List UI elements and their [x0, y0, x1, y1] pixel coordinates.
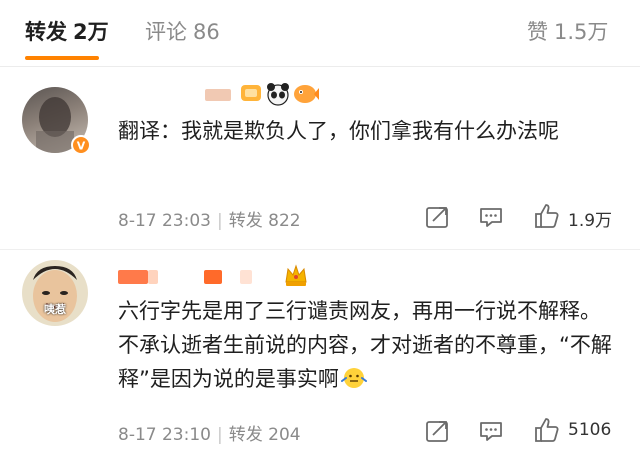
comment-tabs: 转发 2万 评论 86 赞 1.5万 [0, 0, 640, 67]
verified-badge-letter: V [77, 140, 86, 153]
crown-badge-icon [283, 262, 309, 288]
username-redacted[interactable] [118, 270, 148, 284]
tab-likes-label: 赞 [527, 20, 548, 44]
like-icon[interactable] [533, 202, 559, 228]
level-badge-icon [239, 81, 263, 105]
tab-comments[interactable]: 评论 86 [145, 16, 220, 46]
username-redacted-part [240, 270, 252, 284]
reply-icon[interactable] [478, 418, 504, 444]
tab-repost[interactable]: 转发 2万 [25, 16, 109, 46]
comment-meta: 8-17 23:03 | 转发 822 [118, 206, 301, 231]
fish-emoji-icon [293, 82, 319, 106]
comment-item: 咦惹 六行字先是用了三行谴责网友，再用一行说不解释。不承认逝者生前说的内容，才对… [0, 250, 640, 455]
repost-count: 204 [268, 425, 301, 445]
tab-repost-label: 转发 [25, 20, 67, 44]
like-count: 1.9万 [568, 211, 613, 231]
meta-separator: | [216, 211, 223, 231]
username-redacted[interactable] [205, 89, 231, 101]
comment-text: 六行字先是用了三行谴责网友，再用一行说不解释。不承认逝者生前说的内容，才对逝者的… [118, 294, 618, 396]
comment-text: 翻译：我就是欺负人了，你们拿我有什么办法呢 [118, 119, 559, 143]
comment-date: 8-17 23:03 [118, 211, 211, 231]
tab-comments-label: 评论 [145, 20, 187, 44]
comment-item: V 翻译：我就是欺负人了，你们拿我有什么办法呢 8-17 23:03 | 转发 82… [0, 67, 640, 249]
avatar-caption: 咦惹 [44, 303, 66, 316]
repost-label[interactable]: 转发 [229, 211, 263, 231]
meta-separator: | [216, 425, 223, 445]
shrug-emoji-icon [340, 366, 367, 390]
tab-likes[interactable]: 赞 1.5万 [527, 16, 608, 46]
comment-meta: 8-17 23:10 | 转发 204 [118, 420, 301, 445]
tab-comments-count: 86 [193, 20, 220, 44]
active-tab-indicator [25, 56, 99, 60]
like-icon[interactable] [533, 416, 559, 442]
comment-date: 8-17 23:10 [118, 425, 211, 445]
tab-likes-count: 1.5万 [554, 20, 609, 44]
reply-icon[interactable] [478, 204, 504, 230]
username-redacted-part [148, 270, 158, 284]
share-icon[interactable] [424, 418, 450, 444]
verified-badge: V [71, 135, 91, 155]
panda-icon [266, 82, 290, 106]
username-redacted-part [204, 270, 222, 284]
tab-repost-count: 2万 [73, 20, 109, 44]
like-count: 5106 [568, 420, 612, 440]
repost-count: 822 [268, 211, 301, 231]
repost-label[interactable]: 转发 [229, 425, 263, 445]
share-icon[interactable] [424, 204, 450, 230]
avatar[interactable]: 咦惹 [22, 260, 88, 326]
